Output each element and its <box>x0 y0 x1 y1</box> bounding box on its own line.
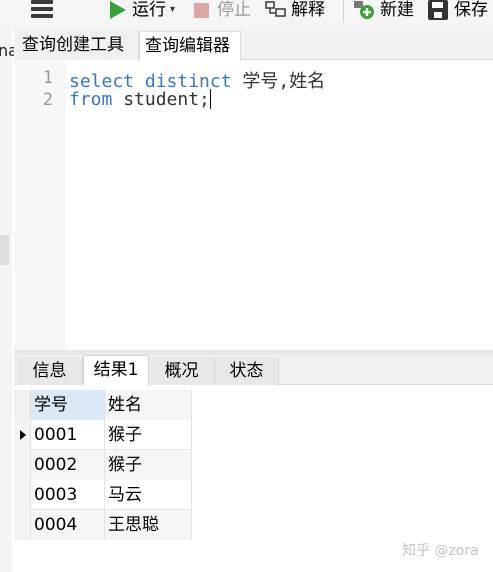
row-indicator[interactable] <box>14 510 31 540</box>
stop-icon <box>194 2 209 18</box>
table-cell[interactable]: 0002 <box>31 450 105 480</box>
column-header-name[interactable]: 姓名 <box>105 390 192 420</box>
result-tab-bar: 信息 结果1 概况 状态 <box>14 355 493 386</box>
line-number: 2 <box>42 90 53 110</box>
table-row[interactable]: 0001 猴子 <box>14 420 192 450</box>
stop-button[interactable]: 停止 <box>194 0 251 20</box>
tab-overview[interactable]: 概况 <box>149 357 215 385</box>
text-cursor <box>209 89 211 109</box>
table-cell[interactable]: 马云 <box>105 480 192 510</box>
toolbar-divider <box>343 0 344 22</box>
menu-icon[interactable] <box>31 0 57 20</box>
explain-label: 解释 <box>291 0 325 20</box>
save-button[interactable]: 保存 <box>428 0 488 20</box>
new-label: 新建 <box>380 0 414 20</box>
table-cell[interactable]: 0001 <box>31 420 105 450</box>
dropdown-caret-icon[interactable]: ▾ <box>170 1 175 19</box>
table-row[interactable]: 0003 马云 <box>14 480 192 510</box>
current-row-pointer-icon <box>20 430 26 440</box>
save-icon <box>428 0 448 20</box>
grid-header-row: 学号 姓名 <box>14 390 192 420</box>
table-cell[interactable]: 0003 <box>31 480 105 510</box>
row-indicator[interactable] <box>14 480 31 510</box>
explain-button[interactable]: 解释 <box>265 0 325 20</box>
left-panel-strip: na <box>0 28 18 572</box>
watermark: 知乎 @zora <box>402 543 479 559</box>
left-panel-scroll-handle[interactable] <box>0 235 9 265</box>
line-number: 1 <box>42 68 53 88</box>
tab-query-builder[interactable]: 查询创建工具 <box>17 31 139 60</box>
explain-icon <box>265 1 287 19</box>
stop-label: 停止 <box>217 0 251 20</box>
tab-info[interactable]: 信息 <box>17 357 83 385</box>
table-cell[interactable]: 猴子 <box>105 420 192 450</box>
run-icon <box>110 1 126 19</box>
line-number-gutter: 1 2 <box>14 61 66 350</box>
table-cell[interactable]: 猴子 <box>105 450 192 480</box>
editor-tab-bar: 查询创建工具 查询编辑器 <box>14 28 493 61</box>
new-icon <box>353 0 375 20</box>
table-cell[interactable]: 0004 <box>31 510 105 540</box>
code-line: from student; <box>69 89 211 110</box>
table-cell[interactable]: 王思聪 <box>105 510 192 540</box>
row-indicator-header <box>14 390 31 420</box>
tab-status[interactable]: 状态 <box>215 357 279 385</box>
table-row[interactable]: 0004 王思聪 <box>14 510 192 540</box>
sql-keyword: from <box>69 89 113 110</box>
tab-result1[interactable]: 结果1 <box>83 355 149 386</box>
run-label: 运行 <box>132 0 166 20</box>
tab-query-editor[interactable]: 查询编辑器 <box>139 31 241 61</box>
column-header-student-id[interactable]: 学号 <box>31 390 105 420</box>
toolbar: 运行 ▾ 停止 解释 新建 保存 <box>0 0 493 28</box>
sql-editor[interactable]: 1 2 select distinct 学号,姓名 from student; <box>14 61 493 350</box>
row-indicator[interactable] <box>14 450 31 480</box>
sql-text: 学号,姓名 <box>231 71 326 92</box>
row-indicator[interactable] <box>14 420 31 450</box>
save-label: 保存 <box>454 0 488 20</box>
run-button[interactable]: 运行 ▾ <box>110 0 175 20</box>
sql-text: student; <box>112 89 210 110</box>
table-row[interactable]: 0002 猴子 <box>14 450 192 480</box>
new-button[interactable]: 新建 <box>353 0 414 20</box>
